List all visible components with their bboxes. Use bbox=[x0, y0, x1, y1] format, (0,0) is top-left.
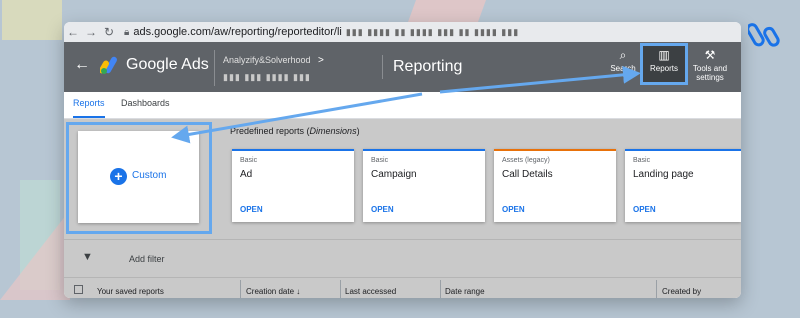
table-header: Your saved reports Creation date ↓ Last … bbox=[64, 277, 741, 298]
report-card-campaign[interactable]: Basic Campaign OPEN bbox=[363, 149, 485, 222]
app-header: ← Google Ads Analyzify&Solverhood > ▮▮▮ … bbox=[64, 42, 741, 92]
column-divider bbox=[340, 280, 341, 298]
filter-icon[interactable]: ▼ bbox=[82, 251, 93, 263]
report-card-ad[interactable]: Basic Ad OPEN bbox=[232, 149, 354, 222]
predefined-title-prefix: Predefined reports ( bbox=[230, 126, 310, 136]
tab-bar: Reports Dashboards bbox=[64, 92, 741, 119]
report-category: Assets (legacy) bbox=[502, 157, 550, 164]
browser-toolbar: ← → ↻ 🔒︎ ads.google.com/aw/reporting/rep… bbox=[64, 22, 741, 42]
search-label: Search bbox=[610, 64, 636, 73]
column-divider bbox=[240, 280, 241, 298]
column-divider bbox=[440, 280, 441, 298]
tab-dashboards[interactable]: Dashboards bbox=[121, 92, 170, 118]
report-card-call-details[interactable]: Assets (legacy) Call Details OPEN bbox=[494, 149, 616, 222]
url-obscured: ▮▮▮ ▮▮▮▮ ▮▮ ▮▮▮▮ ▮▮▮ ▮▮ ▮▮▮▮ ▮▮▮ bbox=[345, 26, 520, 37]
report-name: Landing page bbox=[633, 169, 694, 180]
open-button[interactable]: OPEN bbox=[240, 205, 263, 214]
google-ads-logo-icon bbox=[100, 56, 117, 74]
product-name: Google Ads bbox=[126, 56, 209, 73]
filter-bar: ▼ Add filter bbox=[64, 239, 741, 277]
tab-reports[interactable]: Reports bbox=[73, 92, 105, 118]
background-shape bbox=[2, 0, 62, 40]
report-category: Basic bbox=[633, 157, 651, 164]
plus-icon: + bbox=[110, 168, 127, 185]
custom-report-card[interactable]: + Custom bbox=[78, 131, 199, 223]
bar-chart-icon: ▥ bbox=[658, 48, 670, 62]
reports-label: Reports bbox=[649, 64, 678, 73]
report-name: Campaign bbox=[371, 169, 417, 180]
report-card-landing-page[interactable]: Basic Landing page OPEN bbox=[625, 149, 741, 222]
search-button[interactable]: ⌕ Search bbox=[608, 46, 638, 73]
report-category: Basic bbox=[240, 157, 258, 164]
browser-window: ← → ↻ 🔒︎ ads.google.com/aw/reporting/rep… bbox=[64, 22, 741, 298]
col-date-range[interactable]: Date range bbox=[445, 287, 485, 296]
forward-icon[interactable]: → bbox=[82, 25, 100, 39]
address-bar[interactable]: 🔒︎ ads.google.com/aw/reporting/reportedi… bbox=[124, 26, 519, 38]
col-creation-date[interactable]: Creation date ↓ bbox=[246, 287, 300, 296]
predefined-reports-title: Predefined reports (Dimensions) bbox=[230, 126, 360, 136]
col-created-by[interactable]: Created by bbox=[662, 287, 701, 296]
custom-label: Custom bbox=[132, 170, 167, 181]
predefined-title-suffix: ) bbox=[356, 126, 360, 136]
col-saved-reports[interactable]: Your saved reports bbox=[97, 287, 164, 296]
report-name: Call Details bbox=[502, 169, 553, 180]
open-button[interactable]: OPEN bbox=[371, 205, 394, 214]
open-button[interactable]: OPEN bbox=[502, 205, 525, 214]
back-arrow-icon[interactable]: ← bbox=[74, 56, 90, 74]
column-divider bbox=[656, 280, 657, 298]
account-id: ▮▮▮ ▮▮▮ ▮▮▮▮ ▮▮▮ bbox=[223, 72, 311, 82]
tools-label: Tools and settings bbox=[692, 64, 728, 82]
account-selector[interactable]: Analyzify&Solverhood > ▮▮▮ ▮▮▮ ▮▮▮▮ ▮▮▮ bbox=[214, 50, 393, 86]
page-title: Reporting bbox=[382, 55, 462, 79]
url-text: ads.google.com/aw/reporting/reporteditor… bbox=[133, 26, 342, 38]
open-button[interactable]: OPEN bbox=[633, 205, 656, 214]
reports-button[interactable]: ▥ Reports bbox=[640, 43, 688, 85]
report-category: Basic bbox=[371, 157, 389, 164]
predefined-title-em: Dimensions bbox=[309, 126, 357, 136]
reload-icon[interactable]: ↻ bbox=[100, 25, 118, 39]
chevron-right-icon: > bbox=[318, 55, 324, 66]
tools-settings-button[interactable]: ⚒ Tools and settings bbox=[690, 46, 730, 82]
select-all-checkbox[interactable] bbox=[74, 285, 83, 294]
col-last-accessed[interactable]: Last accessed bbox=[345, 287, 396, 296]
wrench-icon: ⚒ bbox=[704, 48, 716, 62]
account-name: Analyzify&Solverhood bbox=[223, 55, 311, 65]
background-shape bbox=[0, 210, 70, 300]
back-icon[interactable]: ← bbox=[64, 25, 82, 39]
add-filter-button[interactable]: Add filter bbox=[129, 254, 165, 264]
lock-icon: 🔒︎ bbox=[124, 26, 130, 38]
brand-logo-icon bbox=[748, 23, 780, 47]
search-icon: ⌕ bbox=[619, 48, 627, 62]
report-name: Ad bbox=[240, 169, 253, 180]
